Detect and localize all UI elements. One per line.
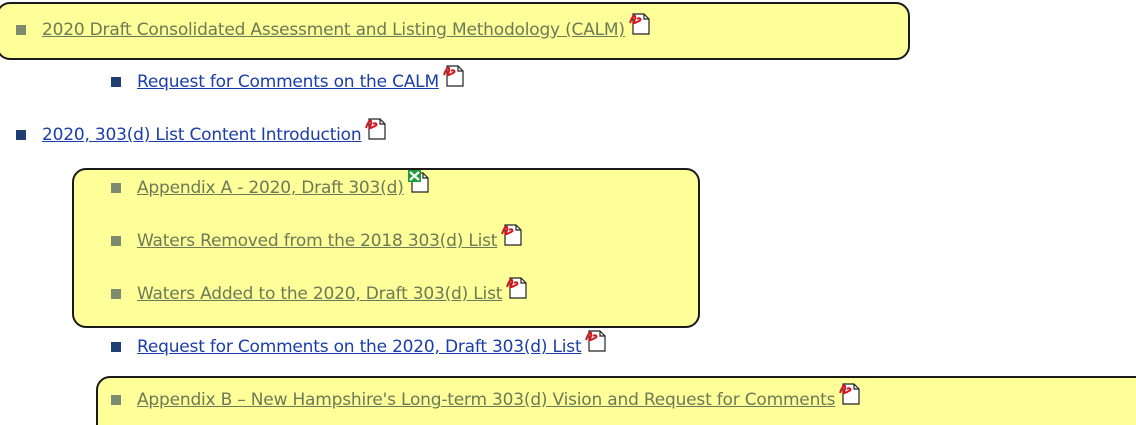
bullet-icon (111, 342, 121, 352)
waters-added-link[interactable]: Waters Added to the 2020, Draft 303(d) L… (137, 284, 502, 304)
request-comments-303d-link[interactable]: Request for Comments on the 2020, Draft … (137, 337, 582, 357)
list-item: Request for Comments on the 2020, Draft … (111, 330, 609, 362)
waters-removed-link[interactable]: Waters Removed from the 2018 303(d) List (137, 231, 497, 251)
list-item: 2020, 303(d) List Content Introduction (16, 118, 389, 150)
list-content-introduction-link[interactable]: 2020, 303(d) List Content Introduction (42, 125, 362, 145)
pdf-icon[interactable] (504, 275, 530, 301)
calm-link[interactable]: 2020 Draft Consolidated Assessment and L… (42, 20, 625, 40)
request-comments-calm-link[interactable]: Request for Comments on the CALM (137, 72, 439, 92)
bullet-icon (111, 77, 121, 87)
list-item: 2020 Draft Consolidated Assessment and L… (16, 13, 653, 45)
bullet-icon (16, 25, 26, 35)
appendix-a-link[interactable]: Appendix A - 2020, Draft 303(d) (137, 178, 404, 198)
list-item: Appendix B – New Hampshire's Long-term 3… (111, 383, 863, 415)
document-list: 2020 Draft Consolidated Assessment and L… (0, 0, 1136, 425)
bullet-icon (111, 236, 121, 246)
pdf-icon[interactable] (837, 381, 863, 407)
bullet-icon (16, 130, 26, 140)
list-item: Appendix A - 2020, Draft 303(d) (111, 170, 432, 203)
bullet-icon (111, 395, 121, 405)
pdf-icon[interactable] (363, 116, 389, 142)
list-item: Request for Comments on the CALM (111, 65, 467, 97)
pdf-icon[interactable] (627, 11, 653, 37)
pdf-icon[interactable] (499, 222, 525, 248)
list-item: Waters Removed from the 2018 303(d) List (111, 224, 525, 256)
excel-icon[interactable] (406, 169, 432, 195)
appendix-b-link[interactable]: Appendix B – New Hampshire's Long-term 3… (137, 390, 835, 410)
pdf-icon[interactable] (441, 63, 467, 89)
bullet-icon (111, 183, 121, 193)
list-item: Waters Added to the 2020, Draft 303(d) L… (111, 277, 530, 309)
pdf-icon[interactable] (583, 328, 609, 354)
bullet-icon (111, 289, 121, 299)
